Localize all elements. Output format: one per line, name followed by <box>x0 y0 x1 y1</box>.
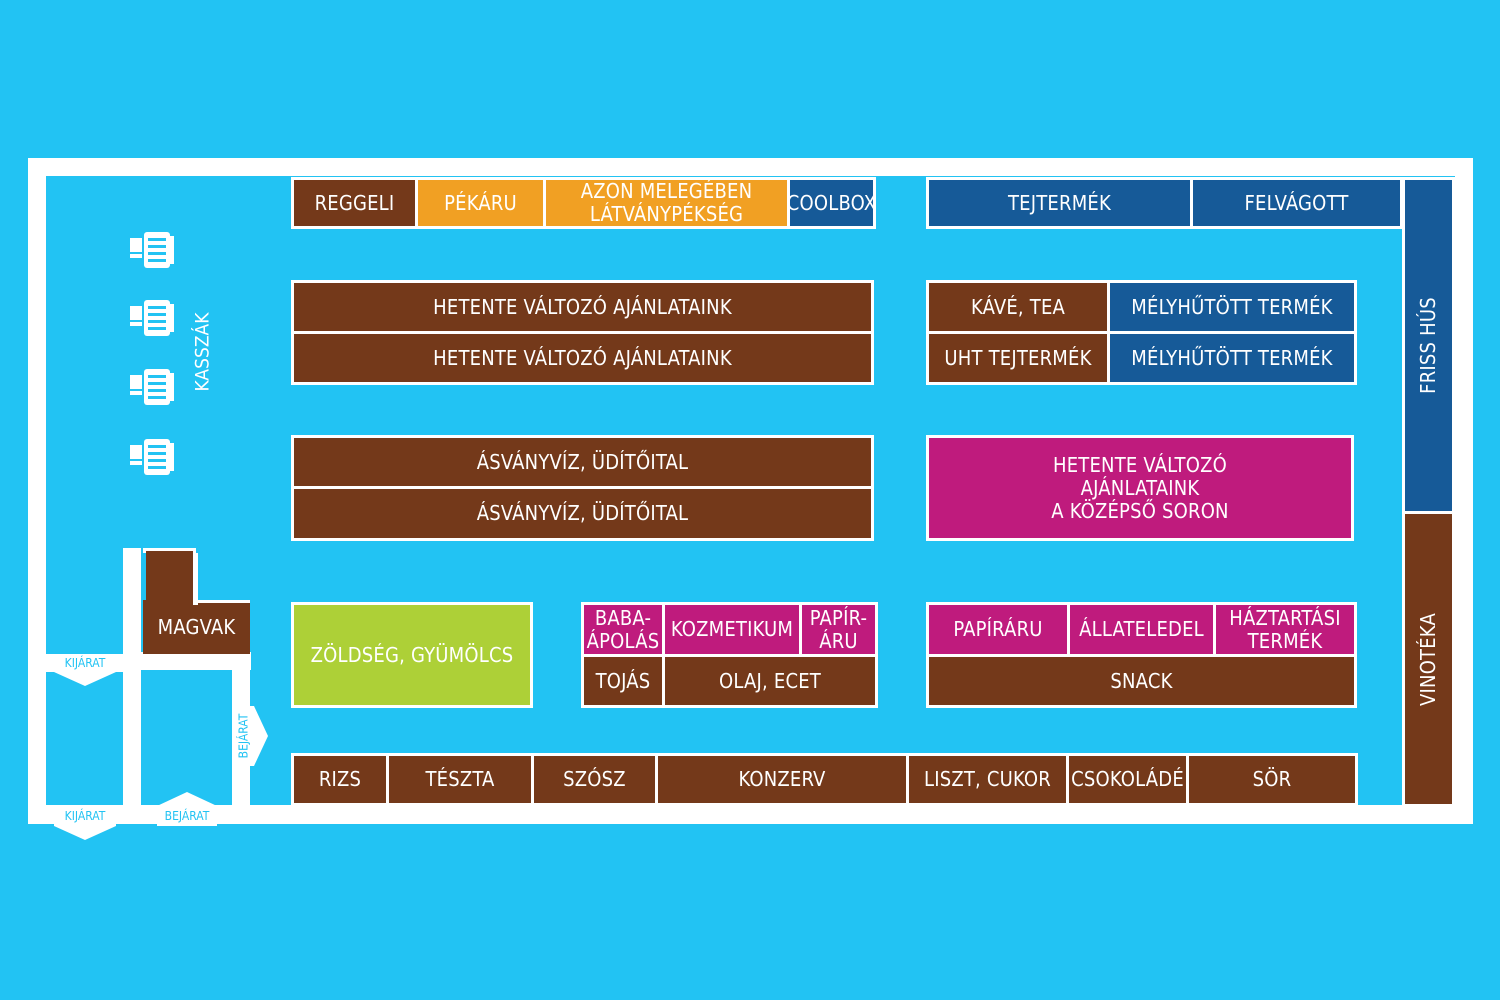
section-asvanyviz-2[interactable]: ÁSVÁNYVÍZ, ÜDÍTŐITAL <box>291 486 874 541</box>
entrance-label-bottom: BEJÁRAT <box>157 806 217 826</box>
section-vinoteka[interactable]: VINOTÉKA <box>1402 511 1455 807</box>
section-melyhutott-2[interactable]: MÉLYHŰTÖTT TERMÉK <box>1107 331 1357 385</box>
entrance-arrow-right-icon <box>254 706 268 766</box>
section-azon-latvanypekseg[interactable]: AZON MELEGÉBEN LÁTVÁNYPÉKSÉG <box>543 177 790 229</box>
section-friss-hus[interactable]: FRISS HÚS <box>1402 177 1455 514</box>
magvak-upper-block <box>146 551 193 603</box>
section-hetente-valtozo-1[interactable]: HETENTE VÁLTOZÓ AJÁNLATAINK <box>291 280 874 334</box>
section-papiraru[interactable]: PAPÍRÁRU <box>926 602 1070 657</box>
exit-arrow-down-icon <box>54 672 116 686</box>
corridor-wall-magvak <box>141 652 251 670</box>
section-coolbox[interactable]: COOLBOX <box>787 177 876 229</box>
cash-register-icon <box>130 439 174 475</box>
magvak-wall-step <box>193 600 250 603</box>
section-magvak[interactable]: MAGVAK <box>143 600 250 654</box>
section-konzerv[interactable]: KONZERV <box>655 753 909 806</box>
section-kave-tea[interactable]: KÁVÉ, TEA <box>926 280 1110 334</box>
store-wall-left <box>28 158 46 824</box>
section-asvanyviz-1[interactable]: ÁSVÁNYVÍZ, ÜDÍTŐITAL <box>291 435 874 489</box>
section-hetente-valtozo-2[interactable]: HETENTE VÁLTOZÓ AJÁNLATAINK <box>291 331 874 385</box>
section-sor[interactable]: SÖR <box>1186 753 1358 806</box>
section-teszta[interactable]: TÉSZTA <box>386 753 534 806</box>
section-hetente-kozepso-soron[interactable]: HETENTE VÁLTOZÓ AJÁNLATAINK A KÖZÉPSŐ SO… <box>926 435 1354 541</box>
store-wall-right <box>1455 158 1473 824</box>
section-tojas[interactable]: TOJÁS <box>581 654 665 708</box>
exit-label-left: KIJÁRAT <box>54 654 116 672</box>
section-babaapolas[interactable]: BABA- ÁPOLÁS <box>581 602 665 657</box>
section-felvagott[interactable]: FELVÁGOTT <box>1190 177 1403 229</box>
section-snack[interactable]: SNACK <box>926 654 1357 708</box>
section-csokolade[interactable]: CSOKOLÁDÉ <box>1066 753 1189 806</box>
magvak-wall-inner <box>193 553 198 605</box>
section-melyhutott-1[interactable]: MÉLYHŰTÖTT TERMÉK <box>1107 280 1357 334</box>
exit-label-bottom: KIJÁRAT <box>54 806 116 826</box>
cash-register-icon <box>130 232 174 268</box>
entrance-arrow-up-icon <box>157 792 217 806</box>
section-olaj-ecet[interactable]: OLAJ, ECET <box>662 654 878 708</box>
section-haztartasi-termek[interactable]: HÁZTARTÁSI TERMÉK <box>1213 602 1357 657</box>
exit-arrow-bottom-icon <box>54 826 116 840</box>
section-zoldseg-gyumolcs[interactable]: ZÖLDSÉG, GYÜMÖLCS <box>291 602 533 708</box>
section-papiraru-small[interactable]: PAPÍR- ÁRU <box>799 602 878 657</box>
section-rizs[interactable]: RIZS <box>291 753 389 806</box>
section-tejtermek[interactable]: TEJTERMÉK <box>926 177 1193 229</box>
cash-register-icon <box>130 300 174 336</box>
section-liszt-cukor[interactable]: LISZT, CUKOR <box>906 753 1069 806</box>
entrance-label-side: BEJÁRAT <box>232 706 254 766</box>
corridor-wall-vertical <box>123 548 141 810</box>
section-szosz[interactable]: SZÓSZ <box>531 753 658 806</box>
cash-register-icon <box>130 369 174 405</box>
section-allateledel[interactable]: ÁLLATELEDEL <box>1067 602 1216 657</box>
section-kozmetikum[interactable]: KOZMETIKUM <box>662 602 802 657</box>
checkout-label: KASSZÁK <box>191 312 214 392</box>
section-uht-tejtermek[interactable]: UHT TEJTERMÉK <box>926 331 1110 385</box>
section-pekaru[interactable]: PÉKÁRU <box>415 177 546 229</box>
store-wall-top <box>28 158 1473 176</box>
section-reggeli[interactable]: REGGELI <box>291 177 418 229</box>
